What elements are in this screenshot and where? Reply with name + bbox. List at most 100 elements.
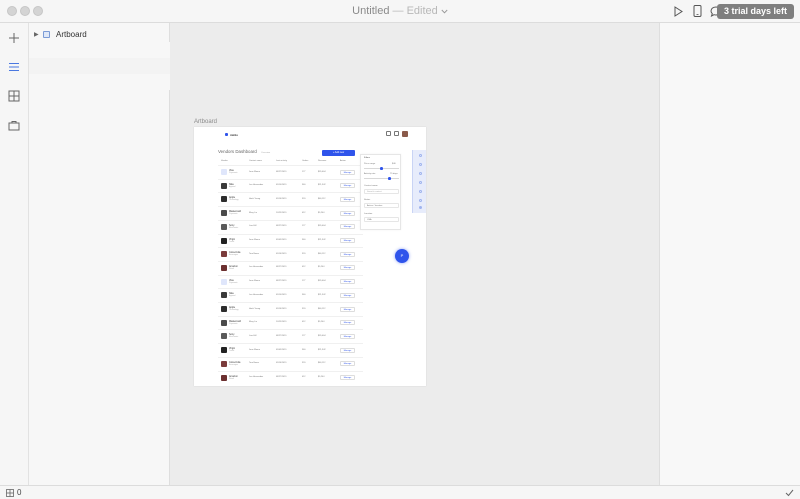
- activity-value: 75 days: [390, 173, 398, 175]
- orders-cell: 412: [302, 211, 306, 214]
- contact-cell: Hank Young: [249, 197, 261, 200]
- revenue-cell: $9,244: [318, 376, 325, 378]
- floating-action-button: P: [395, 249, 409, 263]
- table-row: Apple Technology Hank Young 09/16/2019 320 $4…: [218, 192, 363, 206]
- vendor-logo-thumbnail: [221, 169, 227, 175]
- vendor-logo-thumbnail: [221, 306, 227, 312]
- status-label: Status: [364, 199, 371, 201]
- manage-button: Manage: [340, 265, 355, 271]
- add-icon[interactable]: [6, 30, 22, 46]
- price-range-value: $40: [392, 163, 396, 165]
- grid-view-icon[interactable]: [6, 489, 14, 497]
- table-row: Apple Technology Hank Young 09/16/2019 320 $4…: [218, 302, 363, 316]
- contact-cell: Leo Hernandez: [249, 293, 264, 296]
- orders-cell: 320: [302, 307, 306, 310]
- revenue-cell: $9,244: [318, 321, 325, 324]
- orders-cell: 177: [302, 170, 306, 173]
- manage-button: Manage: [340, 292, 355, 298]
- dashboard-subheading: Overview: [261, 151, 271, 154]
- table-row: Virgin Travel Jane Moore 09/05/2019 360 $21,3…: [218, 343, 363, 357]
- table-row: Mastercard Payments Mary Liu 10/25/2019 412 $…: [218, 206, 363, 220]
- vendor-category: Payments: [229, 213, 238, 216]
- manage-button: Manage: [340, 347, 355, 353]
- date-cell: 08/27/2019: [276, 225, 287, 228]
- toolbar-dot-icon: [419, 181, 422, 184]
- vendor-category: Technology: [229, 199, 239, 202]
- brand-logo-icon: [225, 133, 228, 136]
- layers-list-icon[interactable]: [6, 59, 22, 75]
- settings-icon: [394, 131, 399, 136]
- vendor-logo-thumbnail: [221, 251, 227, 258]
- artboard-title[interactable]: Artboard: [194, 119, 217, 125]
- manage-button: Manage: [340, 361, 355, 367]
- orders-cell: 177: [302, 334, 306, 337]
- toolbar-dot-icon: [419, 190, 422, 193]
- vendor-category: Electronics: [229, 336, 239, 339]
- assets-briefcase-icon[interactable]: [6, 117, 22, 133]
- disclosure-triangle-icon[interactable]: ▶: [34, 31, 40, 38]
- trial-days-button[interactable]: 3 trial days left: [716, 4, 794, 19]
- title-bar: Untitled — Edited 3 trial days left: [0, 0, 800, 23]
- date-cell: 09/16/2019: [276, 252, 287, 255]
- vendor-category: Retail: [229, 267, 234, 270]
- manage-button: Manage: [340, 251, 355, 257]
- date-cell: 08/27/2019: [276, 266, 287, 269]
- location-label: Location: [364, 213, 373, 215]
- vendor-category: Payments: [229, 172, 238, 174]
- vendor-category: Travel: [229, 240, 235, 243]
- table-header-cell: Contact name: [249, 160, 262, 162]
- orders-cell: 177: [302, 225, 306, 228]
- location-value: USA: [367, 219, 372, 221]
- table-row: Mastercard Payments Mary Liu 10/25/2019 412 $…: [218, 315, 363, 330]
- inspector-panel: [659, 23, 800, 485]
- contact-label: Contact name: [364, 185, 378, 187]
- revenue-cell: $9,244: [318, 266, 325, 269]
- contact-cell: Liza Hill: [249, 334, 257, 337]
- date-cell: 08/27/2019: [276, 334, 287, 337]
- manage-button: Manage: [340, 224, 355, 230]
- table-row: Coca-Cola Beverages Tom Bauer 09/16/2019 320…: [218, 247, 363, 261]
- contact-cell: Jane Moore: [249, 239, 260, 241]
- contact-cell: Jane Moore: [249, 280, 260, 283]
- revenue-cell: $21,342: [318, 348, 326, 351]
- revenue-cell: $46,112: [318, 252, 326, 255]
- components-grid-icon[interactable]: [6, 88, 22, 104]
- orders-cell: 177: [302, 280, 306, 283]
- vendor-category: Beverages: [229, 363, 239, 366]
- contact-cell: Tom Bauer: [249, 252, 260, 255]
- contact-placeholder: Search contact: [367, 191, 382, 193]
- layer-label: Artboard: [56, 29, 87, 39]
- vendor-category: Beverages: [229, 254, 239, 257]
- manage-button: Manage: [340, 238, 355, 243]
- play-icon[interactable]: [671, 4, 685, 18]
- contact-cell: Hank Young: [249, 307, 261, 310]
- vendor-logo-thumbnail: [221, 237, 227, 244]
- layer-item-artboard[interactable]: ▶ Artboard: [29, 26, 170, 42]
- toolbar-dot-icon: [419, 154, 422, 157]
- vendor-category: Retail: [229, 377, 234, 380]
- orders-cell: 360: [302, 293, 306, 296]
- vendor-logo-thumbnail: [221, 360, 227, 367]
- artboard[interactable]: minlo Vendors Dashboard Overview + Add n…: [194, 127, 426, 386]
- orders-cell: 360: [302, 184, 306, 187]
- revenue-cell: $35,464: [318, 225, 326, 228]
- revenue-cell: $46,112: [318, 197, 326, 200]
- table-row: Coca-Cola Beverages Tom Bauer 09/16/2019 320…: [218, 356, 363, 371]
- checkmark-icon: [785, 489, 794, 497]
- table-header-cell: Last activity: [276, 160, 287, 162]
- vendor-category: Apparel: [229, 185, 236, 188]
- vendor-category: Payments: [229, 281, 238, 284]
- device-preview-icon[interactable]: [690, 4, 704, 18]
- contact-cell: Leo Hernandez: [249, 184, 264, 187]
- orders-cell: 360: [302, 239, 306, 241]
- design-canvas[interactable]: Artboard minlo Vendors Dashboard Overvie…: [170, 23, 659, 485]
- contact-cell: Leo Hernandez: [249, 266, 264, 269]
- date-cell: 09/05/2019: [276, 348, 287, 351]
- dashboard-heading: Vendors Dashboard: [218, 149, 257, 154]
- vendor-logo-thumbnail: [221, 278, 227, 285]
- vendor-category: Travel: [229, 350, 235, 353]
- orders-cell: 320: [302, 252, 306, 255]
- vendor-logo-thumbnail: [221, 182, 227, 189]
- manage-button: Manage: [340, 375, 355, 380]
- table-row: Visa Payments Jane Moore 08/27/2019 177 $35,4…: [218, 274, 363, 289]
